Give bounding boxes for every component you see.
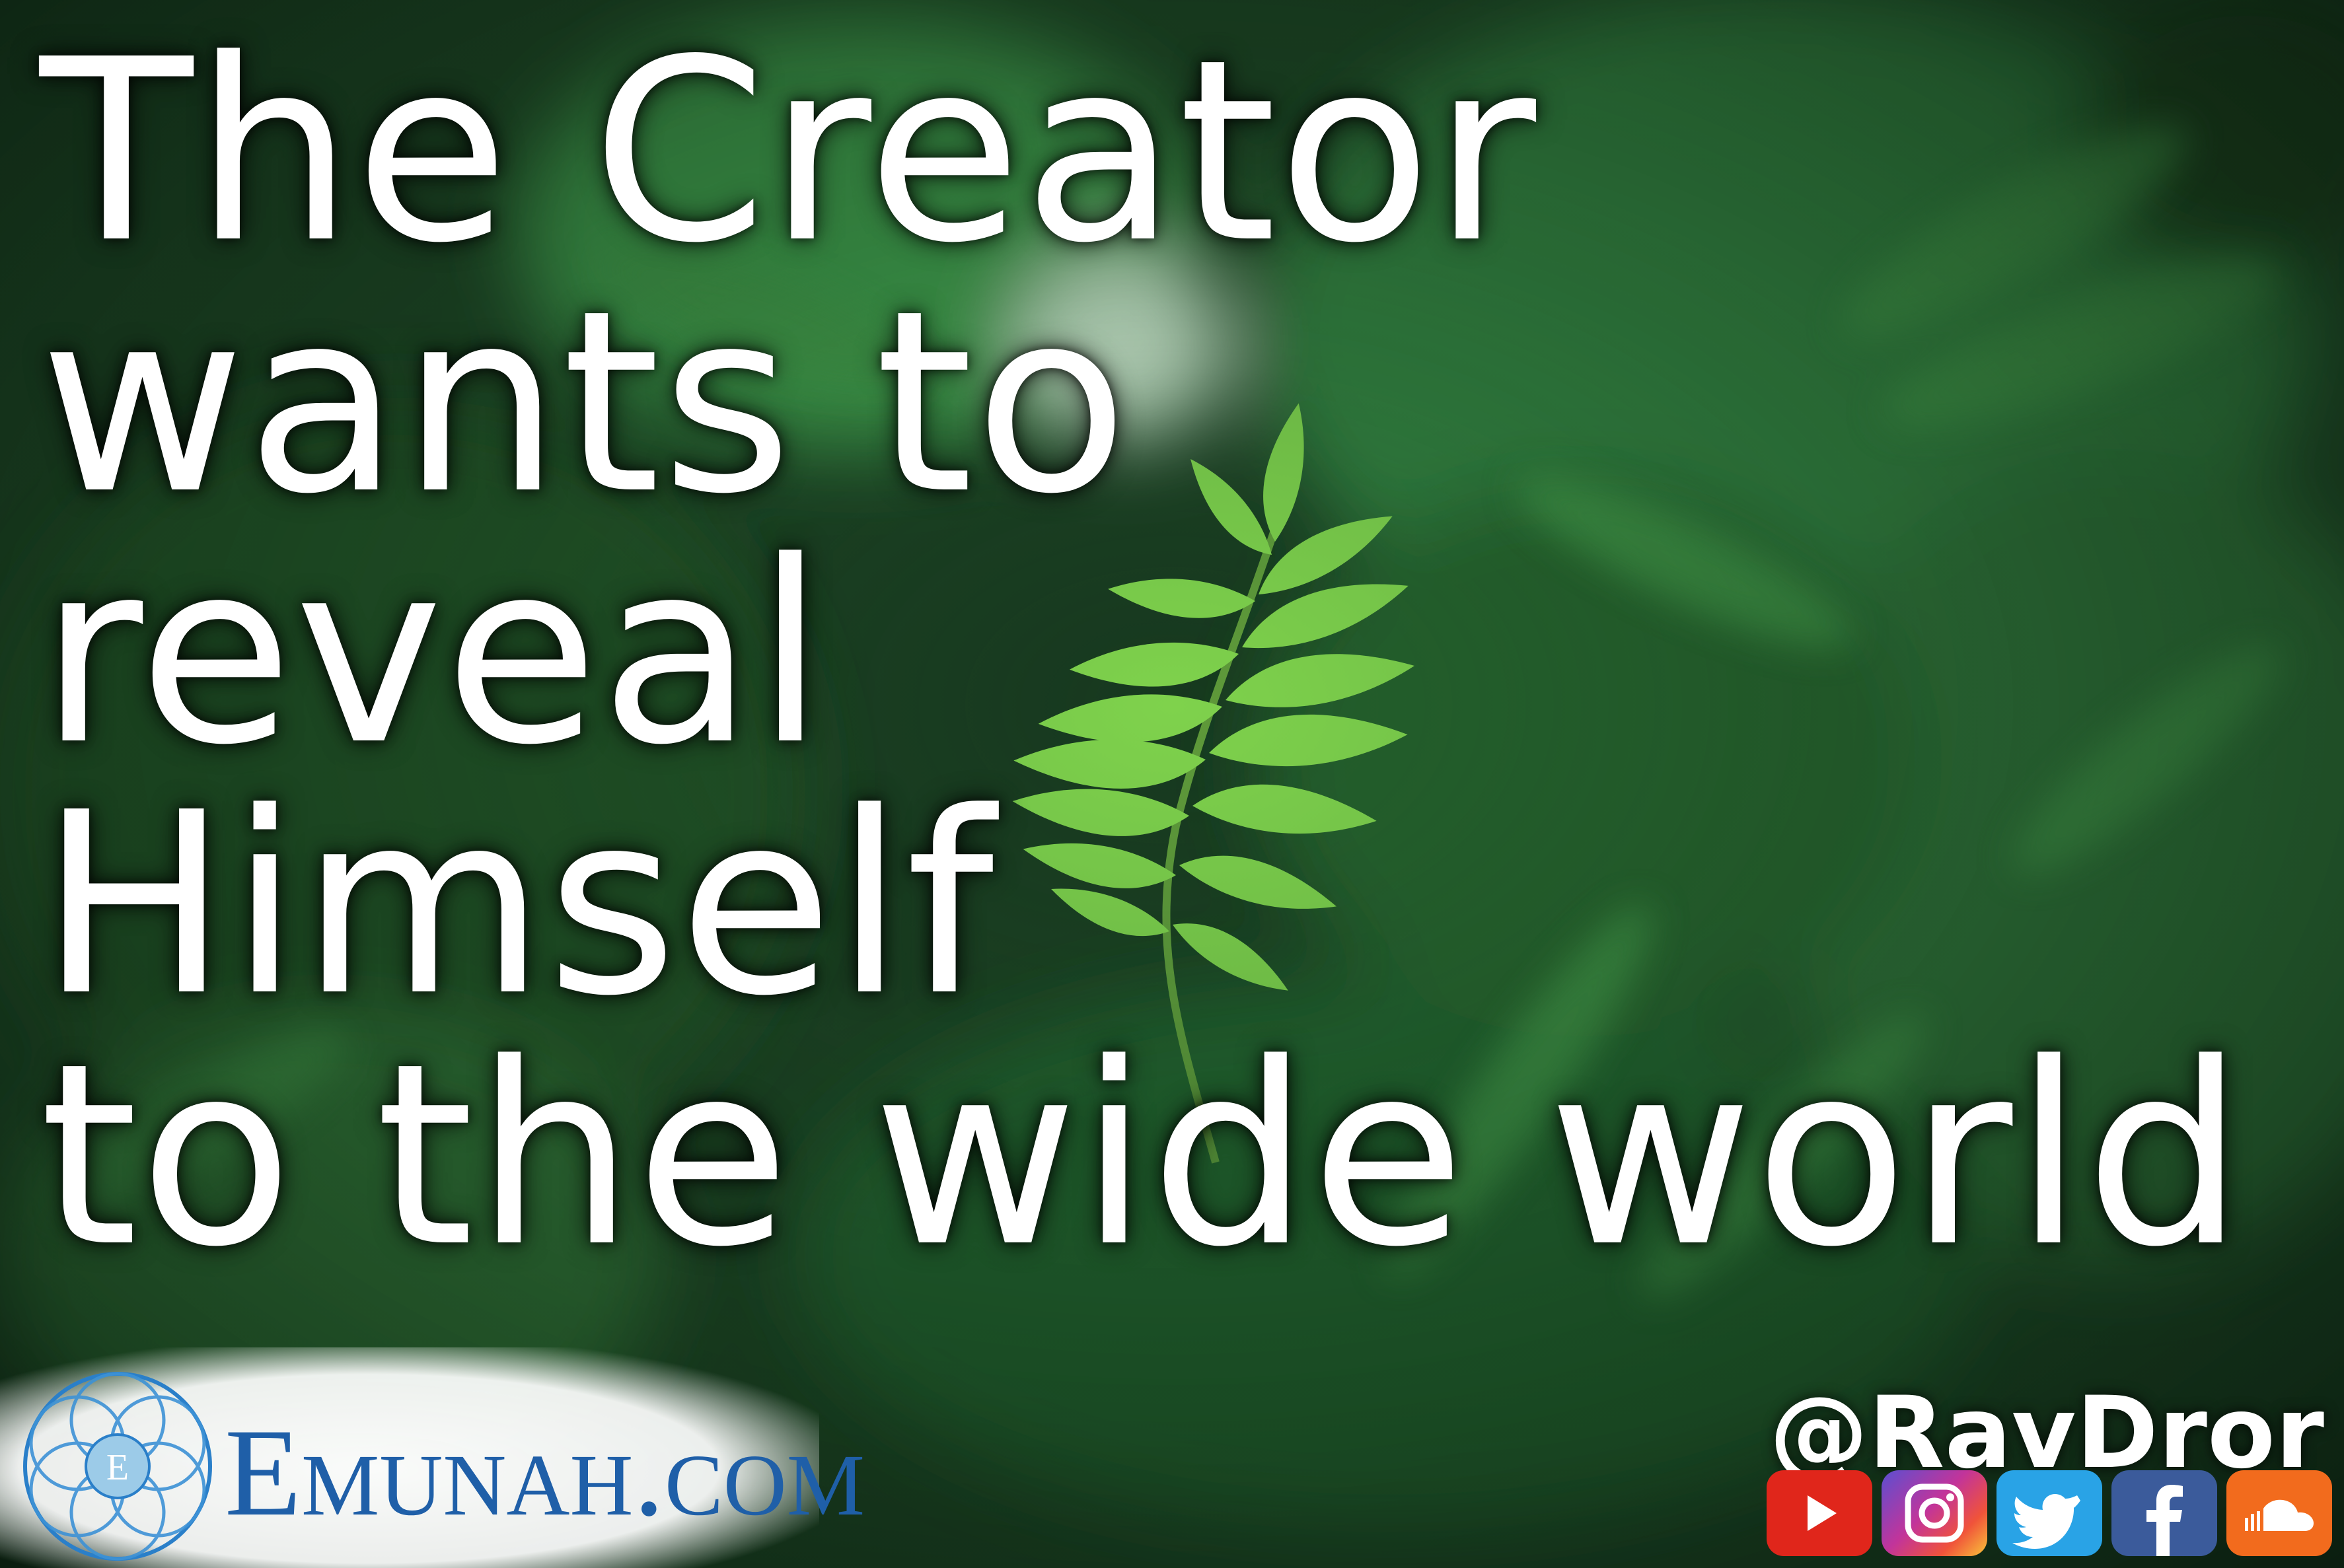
quote-line-4: Himself	[40, 758, 996, 1051]
quote-line-5: to the wide world	[40, 1009, 2246, 1302]
twitter-icon[interactable]	[1996, 1470, 2102, 1556]
quote-line-1: The Creator	[40, 5, 1538, 298]
quote-text: The Creator wants to reveal Himself to t…	[40, 26, 2286, 1281]
social-icon-bar	[1767, 1470, 2332, 1556]
quote-line-2: wants to	[40, 256, 1130, 549]
facebook-icon[interactable]	[2111, 1470, 2217, 1556]
quote-line-3: reveal	[40, 507, 826, 800]
seal-letter: E	[106, 1447, 129, 1488]
instagram-icon[interactable]	[1882, 1470, 1987, 1556]
soundcloud-icon[interactable]	[2226, 1470, 2332, 1556]
site-name: Emunah.com	[225, 1404, 865, 1542]
youtube-icon[interactable]	[1767, 1470, 1872, 1556]
emunah-seal-icon: E	[23, 1372, 212, 1561]
